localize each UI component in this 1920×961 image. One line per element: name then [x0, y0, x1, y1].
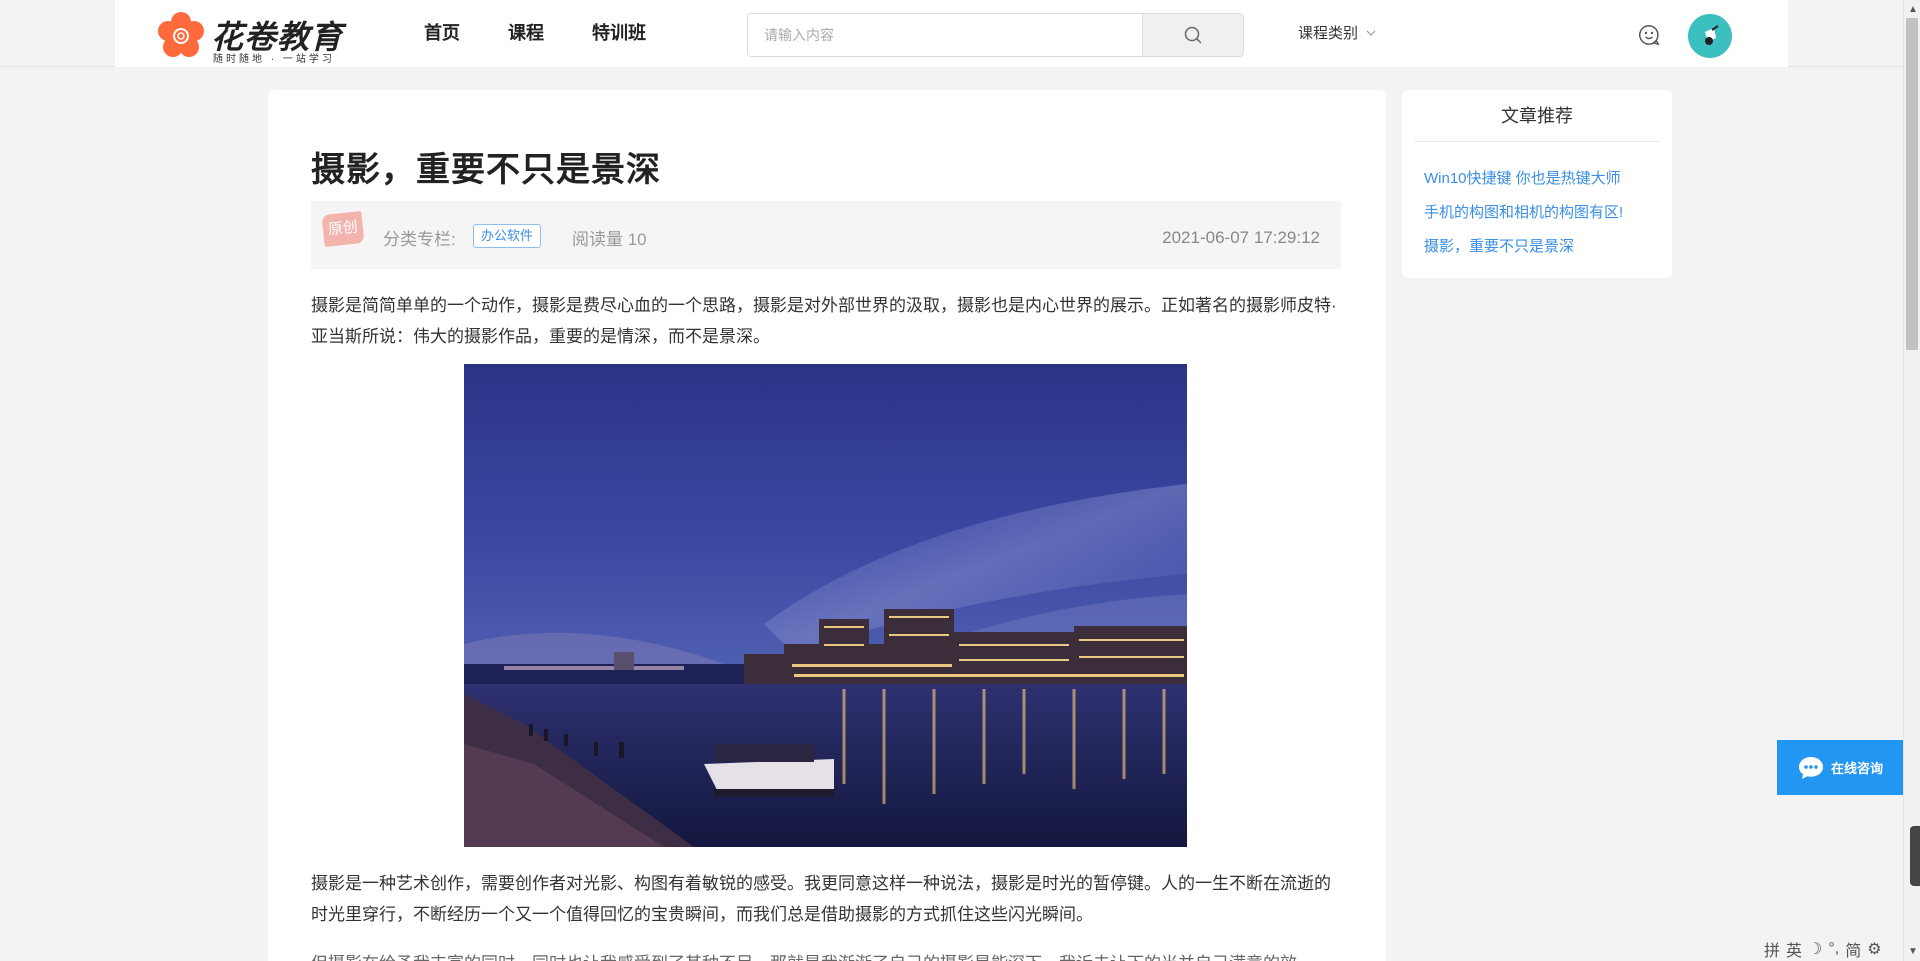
- scroll-up-arrow-icon[interactable]: ▲: [1908, 4, 1918, 15]
- recommend-title: 文章推荐: [1414, 90, 1660, 142]
- recommend-list: Win10快捷键 你也是热键大师 手机的构图和相机的构图有区! 摄影，重要不只是…: [1424, 162, 1623, 264]
- publish-date: 2021-06-07 17:29:12: [1162, 228, 1320, 247]
- ime-toolbar: 拼 英 ☽ °, 简 ⚙: [1764, 938, 1882, 960]
- scroll-thumb[interactable]: [1906, 18, 1918, 350]
- article-paragraph: 但摄影在给予我丰富的同时，同时也让我感受到了其种不足，那就是我渐渐了自己的摄影是…: [311, 948, 1346, 961]
- chevron-down-icon: [1366, 30, 1376, 36]
- article-meta: 原创 分类专栏: 办公软件 阅读量 10 2021-06-07 17:29:12: [311, 201, 1341, 269]
- recommend-panel: 文章推荐 Win10快捷键 你也是热键大师 手机的构图和相机的构图有区! 摄影，…: [1402, 90, 1672, 278]
- ime-punct-toggle[interactable]: °,: [1828, 940, 1839, 958]
- nav-item-home[interactable]: 首页: [424, 0, 460, 67]
- ime-lang-toggle[interactable]: 英: [1786, 937, 1802, 961]
- original-badge: 原创: [321, 210, 365, 248]
- course-category-label: 课程类别: [1298, 25, 1359, 42]
- category-tag[interactable]: 办公软件: [473, 224, 542, 248]
- recommend-link[interactable]: 手机的构图和相机的构图有区!: [1424, 196, 1623, 230]
- recommend-link[interactable]: 摄影，重要不只是景深: [1424, 230, 1623, 264]
- smile-chat-icon[interactable]: [1637, 23, 1661, 47]
- brand-logo[interactable]: 花卷教育 随时随地 · 一站学习: [157, 10, 357, 65]
- header-bar: 花卷教育 随时随地 · 一站学习 首页 课程 特训班 课程类别: [115, 0, 1788, 67]
- nav-item-training[interactable]: 特训班: [592, 0, 646, 67]
- recommend-link[interactable]: Win10快捷键 你也是热键大师: [1424, 162, 1623, 196]
- main-nav: 首页 课程 特训班: [424, 0, 694, 67]
- article-photo: [464, 364, 1187, 847]
- search-button[interactable]: [1142, 14, 1243, 56]
- search-icon: [1184, 26, 1202, 44]
- article-paragraph: 摄影是简简单单的一个动作，摄影是费尽心血的一个思路，摄影是对外部世界的汲取，摄影…: [311, 296, 1337, 346]
- course-category-dropdown[interactable]: 课程类别: [1298, 22, 1376, 43]
- user-avatar[interactable]: [1688, 14, 1732, 58]
- side-widget-tab[interactable]: [1910, 826, 1920, 886]
- ime-simplified-toggle[interactable]: 简: [1845, 937, 1861, 961]
- category-label: 分类专栏:: [383, 230, 456, 249]
- online-consult-label: 在线咨询: [1830, 761, 1883, 776]
- search-input[interactable]: [748, 14, 1143, 56]
- ime-moon-icon[interactable]: ☽: [1808, 939, 1822, 959]
- online-consult-button[interactable]: 在线咨询: [1777, 740, 1903, 795]
- article-paragraph: 摄影是一种艺术创作，需要创作者对光影、构图有着敏锐的感受。我更同意这样一种说法，…: [311, 874, 1331, 924]
- brand-slogan: 随时随地 · 一站学习: [213, 54, 335, 65]
- avatar-illustration-icon: [1688, 14, 1732, 58]
- flower-logo-icon: [158, 12, 204, 57]
- nav-item-courses[interactable]: 课程: [508, 0, 544, 67]
- scroll-down-arrow-icon[interactable]: ▼: [1908, 946, 1918, 957]
- article-title: 摄影，重要不只是景深: [311, 150, 661, 190]
- chat-bubble-icon: [1798, 756, 1823, 779]
- read-count: 阅读量 10: [572, 230, 647, 249]
- article-card: 摄影，重要不只是景深 原创 分类专栏: 办公软件 阅读量 10 2021-06-…: [268, 90, 1386, 961]
- ime-settings-icon[interactable]: ⚙: [1867, 939, 1881, 959]
- ime-pinyin-icon[interactable]: 拼: [1764, 937, 1780, 961]
- top-header: 花卷教育 随时随地 · 一站学习 首页 课程 特训班 课程类别: [0, 0, 1920, 67]
- search-box: [747, 13, 1244, 57]
- page-scrollbar[interactable]: ▲ ▼: [1903, 0, 1920, 961]
